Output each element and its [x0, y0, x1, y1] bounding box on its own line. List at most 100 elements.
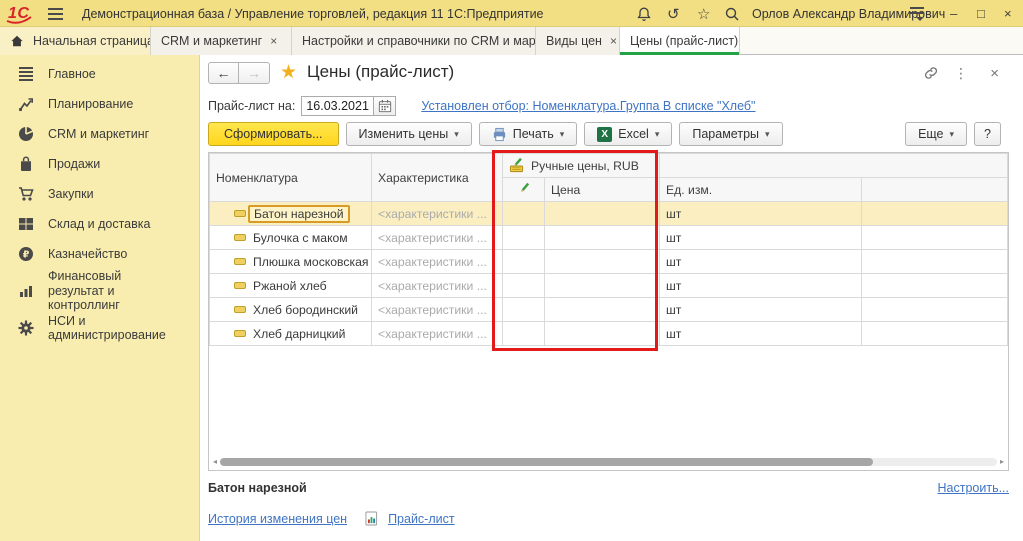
more-actions-icon[interactable]: ⋮ [954, 65, 968, 82]
more-button[interactable]: Еще ▾ [905, 122, 967, 146]
tab-label: Начальная страница [33, 34, 151, 48]
table-row[interactable]: Хлеб дарницкий <характеристики ... шт [210, 322, 1008, 346]
chevron-down-icon: ▾ [765, 129, 770, 140]
1c-logo: 1С [8, 0, 29, 27]
cell-characteristic[interactable]: <характеристики ... [372, 250, 503, 274]
tab-crm-marketing[interactable]: CRM и маркетинг × [151, 27, 292, 55]
pricelist-date-input[interactable] [301, 96, 373, 116]
cell-characteristic[interactable]: <характеристики ... [372, 322, 503, 346]
price-history-link[interactable]: История изменения цен [208, 512, 347, 526]
cell-characteristic[interactable]: <характеристики ... [372, 202, 503, 226]
calendar-button[interactable] [373, 96, 396, 116]
tab-home[interactable]: Начальная страница [0, 27, 151, 55]
cell-characteristic[interactable]: <характеристики ... [372, 298, 503, 322]
sidebar-item-label: Казначейство [48, 247, 127, 261]
cell-characteristic[interactable]: <характеристики ... [372, 226, 503, 250]
notifications-bell-icon[interactable] [636, 0, 652, 27]
item-icon [234, 234, 246, 241]
sidebar-item-main[interactable]: Главное [0, 59, 199, 89]
table-row[interactable]: Плюшка московская <характеристики ... шт [210, 250, 1008, 274]
form-header: ← → ★ Цены (прайс-лист) ⋮ × [200, 55, 1023, 91]
forward-button[interactable]: → [239, 62, 270, 84]
table-row[interactable]: Батон нарезной <характеристики ... шт [210, 202, 1008, 226]
table-row[interactable]: Булочка с маком <характеристики ... шт [210, 226, 1008, 250]
table-row[interactable]: Хлеб бородинский <характеристики ... шт [210, 298, 1008, 322]
pricelist-link[interactable]: Прайс-лист [388, 512, 455, 526]
tab-label: Цены (прайс-лист) [630, 34, 738, 48]
configure-link[interactable]: Настроить... [938, 481, 1010, 495]
sidebar-item-treasury[interactable]: ₽ Казначейство [0, 239, 199, 269]
excel-button[interactable]: X Excel▾ [584, 122, 672, 146]
cell-price[interactable] [545, 298, 660, 322]
cell-unit[interactable]: шт [660, 298, 862, 322]
cell-nomenclature: Ржаной хлеб [253, 279, 327, 293]
change-prices-button[interactable]: Изменить цены▾ [346, 122, 472, 146]
pricelist-report-icon [365, 511, 378, 526]
help-button[interactable]: ? [974, 122, 1001, 146]
favorite-star-icon[interactable]: ★ [280, 61, 297, 84]
sidebar-item-warehouse[interactable]: Склад и доставка [0, 209, 199, 239]
cell-unit[interactable]: шт [660, 250, 862, 274]
cell-price[interactable] [545, 322, 660, 346]
cell-unit[interactable]: шт [660, 274, 862, 298]
manual-prices-icon [509, 158, 525, 173]
cell-price[interactable] [545, 250, 660, 274]
filter-link[interactable]: Установлен отбор: Номенклатура.Группа В … [421, 99, 755, 113]
back-button[interactable]: ← [208, 62, 239, 84]
cell-price[interactable] [545, 226, 660, 250]
close-window-button[interactable]: × [1004, 0, 1012, 27]
cell-unit[interactable]: шт [660, 322, 862, 346]
date-label: Прайс-лист на: [208, 99, 295, 113]
planning-chart-icon [18, 96, 34, 112]
main-menu-icon[interactable] [48, 0, 63, 27]
column-header-characteristic[interactable]: Характеристика [372, 154, 503, 202]
tab-prices-pricelist[interactable]: Цены (прайс-лист) × [620, 27, 740, 55]
scroll-right-icon[interactable]: ▸ [1000, 457, 1004, 467]
column-header-unit[interactable]: Ед. изм. [660, 178, 862, 202]
get-link-icon[interactable] [923, 65, 939, 84]
scrollbar-thumb[interactable] [220, 458, 873, 466]
status-row: Батон нарезной Настроить... [208, 481, 1009, 495]
more-label: Еще [918, 127, 943, 141]
history-icon[interactable]: ↺ [667, 0, 680, 27]
cell-price[interactable] [545, 274, 660, 298]
tab-crm-settings[interactable]: Настройки и справочники по CRM и маркети… [292, 27, 536, 55]
sidebar-item-planning[interactable]: Планирование [0, 89, 199, 119]
cell-unit[interactable]: шт [660, 226, 862, 250]
sidebar-item-crm-marketing[interactable]: CRM и маркетинг [0, 119, 199, 149]
sidebar-item-purchases[interactable]: Закупки [0, 179, 199, 209]
close-form-icon[interactable]: × [990, 65, 999, 82]
sidebar-item-finance[interactable]: Финансовый результат и контроллинг [0, 269, 199, 313]
column-header-nomenclature[interactable]: Номенклатура [210, 154, 372, 202]
column-header-price[interactable]: Цена [545, 178, 660, 202]
filter-row: Прайс-лист на: Установлен отбор: Номенкл… [208, 94, 1023, 118]
user-settings-icon[interactable] [910, 0, 924, 27]
sidebar-item-admin[interactable]: НСИ и администрирование [0, 313, 199, 343]
scroll-left-icon[interactable]: ◂ [213, 457, 217, 467]
edit-pencil-icon[interactable] [503, 178, 545, 202]
cell-price[interactable] [545, 202, 660, 226]
parameters-label: Параметры [692, 127, 759, 141]
maximize-button[interactable]: □ [977, 0, 985, 27]
minimize-button[interactable]: – [950, 0, 957, 27]
home-icon [10, 34, 24, 48]
horizontal-scrollbar[interactable]: ◂ ▸ [213, 457, 1004, 467]
scrollbar-track[interactable] [220, 458, 997, 466]
sidebar-item-sales[interactable]: Продажи [0, 149, 199, 179]
favorites-star-icon[interactable]: ☆ [697, 0, 710, 27]
price-table: Номенклатура Характеристика Ручные цены,… [208, 152, 1009, 471]
column-group-manual-prices[interactable]: Ручные цены, RUB [503, 154, 660, 178]
cell-characteristic[interactable]: <характеристики ... [372, 274, 503, 298]
tab-label: Виды цен [546, 34, 602, 48]
table-row[interactable]: Ржаной хлеб <характеристики ... шт [210, 274, 1008, 298]
tab-price-types[interactable]: Виды цен × [536, 27, 620, 55]
cell-unit[interactable]: шт [660, 202, 862, 226]
chevron-down-icon: ▾ [950, 129, 955, 140]
generate-button[interactable]: Сформировать... [208, 122, 339, 146]
tab-close-icon[interactable]: × [270, 34, 277, 48]
tab-close-icon[interactable]: × [610, 34, 617, 48]
cell-nomenclature: Плюшка московская [253, 255, 368, 269]
print-button[interactable]: Печать▾ [479, 122, 577, 146]
parameters-button[interactable]: Параметры ▾ [679, 122, 782, 146]
search-icon[interactable] [724, 0, 740, 27]
